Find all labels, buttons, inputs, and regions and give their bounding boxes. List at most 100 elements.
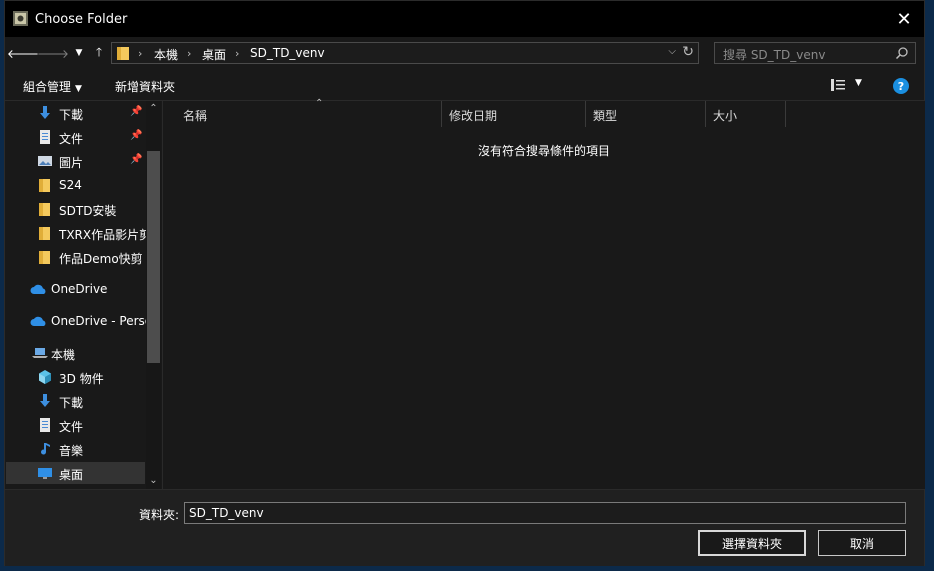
folder-icon: [117, 47, 129, 60]
folder-name-field[interactable]: SD_TD_venv: [184, 502, 906, 524]
pin-icon[interactable]: 📌: [130, 154, 142, 165]
document-icon: [40, 130, 50, 144]
nav-item-label: S24: [59, 178, 82, 192]
3d-objects-icon: [39, 370, 51, 384]
help-icon[interactable]: ?: [893, 78, 909, 94]
refresh-icon[interactable]: ↻: [682, 44, 694, 60]
folder-icon: [39, 179, 50, 192]
nav-item-label: 圖片: [59, 156, 84, 170]
cancel-button[interactable]: 取消: [818, 530, 906, 556]
column-header-name[interactable]: 名稱 ⌃: [176, 98, 442, 127]
chevron-down-icon: ▼: [75, 48, 83, 58]
breadcrumb-this-pc[interactable]: 本機: [154, 46, 178, 63]
nav-item-demo-quick-edit[interactable]: 作品Demo快剪: [6, 246, 145, 268]
organize-label: 組合管理: [23, 80, 72, 94]
search-input[interactable]: 搜尋 SD_TD_venv: [714, 42, 916, 64]
nav-item-label: 作品Demo快剪: [59, 252, 143, 266]
nav-item-label: 下載: [59, 108, 84, 122]
navigation-row: 🡐 🡒 ▼ 🡑 › 本機 › 桌面 › SD_TD_venv ⌵ ↻ 搜尋 SD…: [5, 37, 924, 71]
column-header-size[interactable]: 大小: [706, 101, 786, 127]
column-header-label: 修改日期: [449, 109, 498, 123]
document-icon: [40, 418, 50, 432]
title-bar: Choose Folder ✕: [5, 1, 924, 37]
search-placeholder: 搜尋 SD_TD_venv: [723, 48, 826, 62]
nav-item-label: OneDrive - Perso: [51, 314, 153, 328]
nav-item-label: TXRX作品影片剪: [59, 228, 152, 242]
folder-field-label: 資料夾:: [139, 508, 180, 522]
nav-item-label: OneDrive: [51, 282, 108, 296]
music-note-icon: [41, 443, 50, 455]
address-dropdown-icon[interactable]: ⌵: [668, 46, 676, 57]
nav-item-downloads[interactable]: 下載: [6, 390, 145, 412]
nav-item-label: 文件: [59, 420, 84, 434]
onedrive-cloud-icon: [30, 316, 46, 326]
organize-button[interactable]: 組合管理 ▼: [23, 78, 82, 95]
nav-item-sdtd-install[interactable]: SDTD安裝: [6, 198, 145, 220]
caret-down-icon: ▼: [75, 84, 82, 94]
new-folder-button[interactable]: 新增資料夾: [115, 78, 175, 95]
scroll-up-icon[interactable]: ⌃: [146, 103, 161, 115]
pin-icon[interactable]: 📌: [130, 130, 142, 141]
nav-item-label: 桌面: [59, 468, 84, 482]
back-arrow-icon: 🡐: [6, 46, 40, 61]
up-button[interactable]: 🡑: [89, 43, 109, 63]
navigation-pane: 下載 📌 文件 📌 圖片 📌 S24 SDTD安裝 TXRX作品影片剪 作品De…: [5, 101, 162, 489]
nav-item-pictures-pinned[interactable]: 圖片 📌: [6, 150, 145, 172]
view-options-icon[interactable]: [831, 79, 845, 91]
up-arrow-icon: 🡑: [95, 44, 103, 59]
column-header-label: 大小: [713, 109, 738, 123]
column-header-type[interactable]: 類型: [586, 101, 706, 127]
nav-item-documents[interactable]: 文件: [6, 414, 145, 436]
dialog-footer: 資料夾: SD_TD_venv 選擇資料夾 取消: [5, 489, 924, 566]
select-folder-button[interactable]: 選擇資料夾: [698, 530, 806, 556]
nav-item-3d-objects[interactable]: 3D 物件: [6, 366, 145, 388]
folder-icon: [39, 203, 50, 216]
download-arrow-icon: [40, 394, 50, 407]
nav-item-onedrive-personal[interactable]: OneDrive - Perso: [6, 310, 152, 332]
sort-ascending-icon: ⌃: [315, 98, 324, 109]
scroll-down-icon[interactable]: ⌄: [146, 475, 161, 487]
recent-locations-button[interactable]: ▼: [69, 43, 89, 63]
pictures-icon: [38, 156, 52, 166]
nav-item-this-pc[interactable]: 本機: [6, 342, 145, 364]
search-icon: [895, 47, 908, 60]
close-icon: ✕: [896, 8, 912, 30]
nav-item-label: 本機: [51, 348, 76, 362]
nav-item-label: 下載: [59, 396, 84, 410]
forward-button[interactable]: 🡒: [37, 43, 69, 63]
column-header-label: 類型: [593, 109, 618, 123]
back-button[interactable]: 🡐: [7, 43, 39, 63]
breadcrumb-sd-td-venv[interactable]: SD_TD_venv: [250, 46, 325, 60]
close-button[interactable]: ✕: [884, 1, 924, 37]
nav-item-label: 音樂: [59, 444, 84, 458]
forward-arrow-icon: 🡒: [36, 46, 70, 61]
breadcrumb-separator: ›: [187, 47, 192, 60]
nav-pane-scrollbar[interactable]: ⌃ ⌄: [146, 101, 161, 489]
column-header-label: 名稱: [183, 109, 208, 123]
folder-icon: [39, 227, 50, 240]
column-header-date-modified[interactable]: 修改日期: [442, 101, 586, 127]
nav-item-s24[interactable]: S24: [6, 174, 145, 196]
scrollbar-thumb[interactable]: [147, 151, 160, 363]
nav-item-label: 文件: [59, 132, 84, 146]
app-icon: [13, 11, 28, 26]
this-pc-icon: [32, 348, 48, 358]
nav-item-txrx-works[interactable]: TXRX作品影片剪: [6, 222, 151, 244]
nav-item-onedrive[interactable]: OneDrive: [6, 278, 145, 300]
nav-item-music[interactable]: 音樂: [6, 438, 145, 460]
breadcrumb-desktop[interactable]: 桌面: [202, 46, 226, 63]
command-bar: 組合管理 ▼ 新增資料夾 ▼ ?: [5, 71, 924, 101]
address-bar[interactable]: › 本機 › 桌面 › SD_TD_venv ⌵ ↻: [111, 42, 699, 64]
file-list: 名稱 ⌃ 修改日期 類型 大小 沒有符合搜尋條件的項目: [162, 98, 925, 489]
pin-icon[interactable]: 📌: [130, 106, 142, 117]
view-dropdown-icon[interactable]: ▼: [855, 78, 862, 88]
nav-item-label: 3D 物件: [59, 372, 104, 386]
nav-item-documents-pinned[interactable]: 文件 📌: [6, 126, 145, 148]
empty-results-message: 沒有符合搜尋條件的項目: [477, 144, 610, 158]
window-title: Choose Folder: [35, 12, 128, 27]
onedrive-cloud-icon: [30, 284, 46, 294]
nav-item-downloads-pinned[interactable]: 下載 📌: [6, 102, 145, 124]
nav-item-desktop[interactable]: 桌面: [6, 462, 145, 484]
nav-item-label: SDTD安裝: [59, 204, 117, 218]
download-arrow-icon: [40, 106, 50, 119]
